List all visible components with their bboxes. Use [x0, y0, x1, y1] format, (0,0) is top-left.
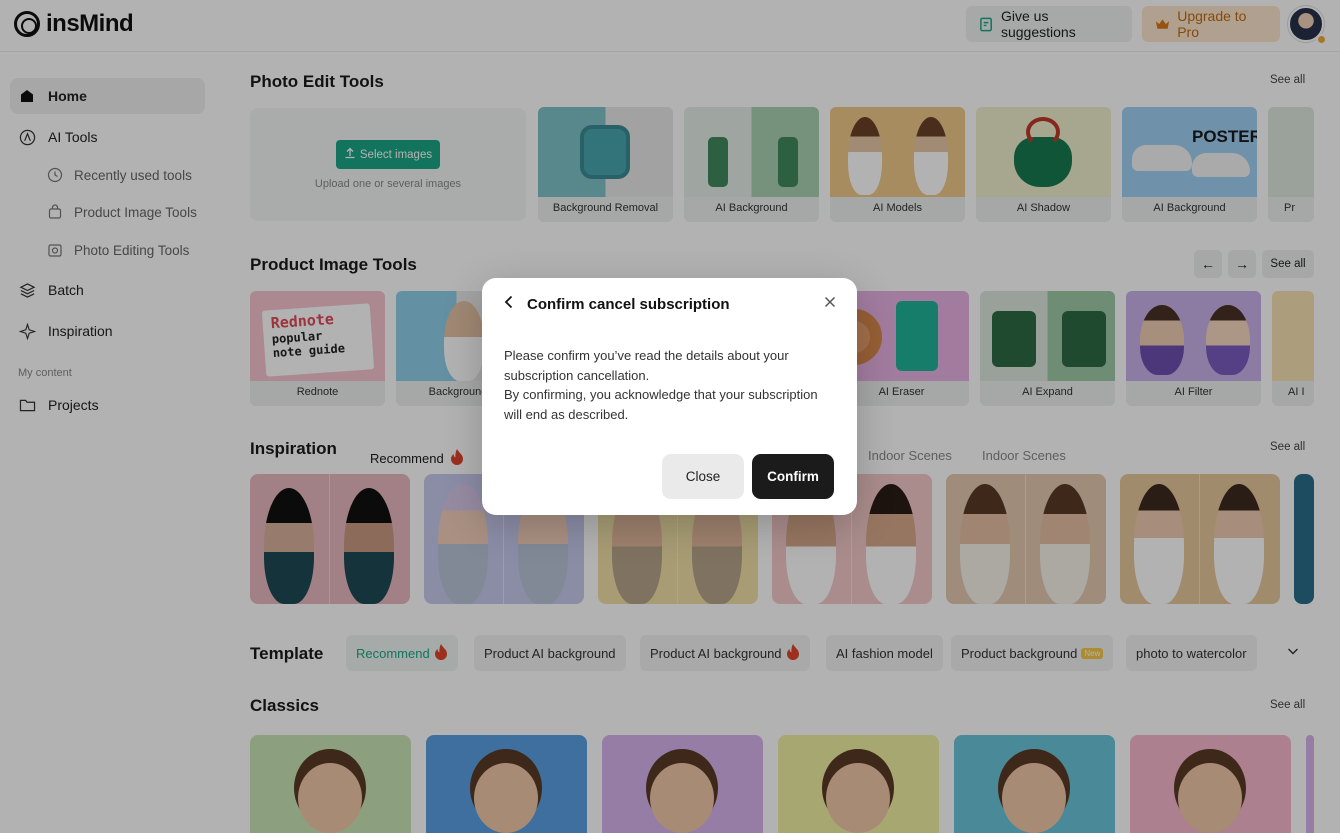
dialog-title: Confirm cancel subscription [527, 296, 730, 313]
close-x-button[interactable] [821, 295, 839, 313]
chevron-left-icon [504, 295, 514, 314]
close-button[interactable]: Close [662, 454, 744, 499]
dialog-body: Please confirm you’ve read the details a… [504, 346, 834, 424]
cancel-subscription-dialog: Confirm cancel subscription Please confi… [482, 278, 857, 515]
dialog-body-paragraph: Please confirm you’ve read the details a… [504, 348, 789, 383]
dialog-body-paragraph: By confirming, you acknowledge that your… [504, 387, 818, 422]
close-icon [824, 295, 836, 313]
confirm-button[interactable]: Confirm [752, 454, 834, 499]
back-button[interactable] [504, 294, 520, 314]
